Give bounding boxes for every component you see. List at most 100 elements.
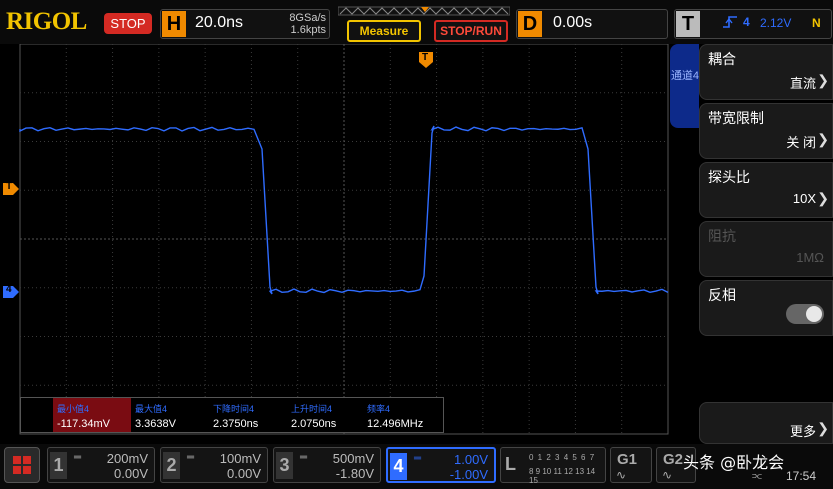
- chevron-right-icon: ❯: [817, 131, 829, 147]
- measurement-value: 2.3750ns: [213, 418, 259, 430]
- bandwidth-limit-value: 关 闭: [786, 135, 816, 150]
- measurement-frequency[interactable]: 频率4 12.496MHz: [363, 398, 443, 432]
- system-clock: 17:54: [786, 469, 817, 483]
- impedance-label: 阻抗: [708, 228, 736, 244]
- channel4-number: 4: [390, 453, 407, 480]
- logic-analyzer-label: L: [505, 454, 516, 474]
- measurement-name: 下降时间4: [213, 404, 255, 414]
- menu-invert[interactable]: 反相: [699, 280, 833, 336]
- invert-toggle[interactable]: [786, 304, 824, 324]
- trigger-mode: N: [812, 16, 821, 30]
- trigger-position-marker-label: T: [422, 52, 429, 63]
- channel4-offset-marker-label: 4: [6, 284, 12, 295]
- trigger-level-marker-label: T: [6, 181, 13, 192]
- coupling-value: 直流: [789, 76, 816, 91]
- dc-coupling-icon: ═: [74, 452, 82, 463]
- trigger-label: T: [676, 11, 700, 37]
- measurement-fall-time[interactable]: 下降时间4 2.3750ns: [209, 398, 287, 432]
- graticule: [19, 44, 669, 435]
- impedance-value: 1MΩ: [796, 250, 824, 265]
- watermark-text: 头条 @卧龙会: [683, 453, 785, 472]
- measurement-name: 上升时间4: [291, 404, 333, 414]
- waveform-display[interactable]: [0, 44, 700, 444]
- memory-depth: 1.6kpts: [290, 24, 326, 36]
- logic-analyzer-button[interactable]: L 0 1 2 3 4 5 6 7 8 9 10 11 12 13 14 15: [500, 447, 606, 485]
- measurement-value: 12.496MHz: [367, 418, 424, 430]
- measure-button[interactable]: Measure: [347, 20, 421, 42]
- measurement-rise-time[interactable]: 上升时间4 2.0750ns: [287, 398, 363, 432]
- channel1-button[interactable]: 1 ═ 200mV 0.00V: [47, 447, 155, 483]
- logic-channels-low: 0 1 2 3 4 5 6 7: [529, 453, 596, 462]
- probe-ratio-label: 探头比: [708, 169, 750, 185]
- bandwidth-limit-label: 带宽限制: [708, 110, 764, 126]
- generator1-label: G1: [617, 451, 638, 468]
- measurement-name: 最小值4: [57, 404, 90, 414]
- measurement-max[interactable]: 最大值4 3.3638V: [131, 398, 209, 432]
- dc-coupling-icon: ═: [414, 453, 422, 464]
- top-status-bar: RIGOL STOP H 20.0ns 8GSa/s 1.6kpts Measu…: [0, 0, 833, 44]
- toggle-knob: [806, 306, 822, 322]
- menu-impedance: 阻抗 1MΩ: [699, 221, 833, 277]
- rigol-logo: RIGOL: [6, 8, 87, 35]
- trigger-position-marker[interactable]: T: [419, 52, 433, 68]
- channel3-number: 3: [276, 452, 293, 479]
- trigger-level: 2.12V: [760, 16, 792, 30]
- trigger-source: 4: [743, 15, 750, 29]
- sample-rate: 8GSa/s: [289, 12, 326, 24]
- chevron-right-icon: ❯: [817, 72, 829, 88]
- measurement-value: 3.3638V: [135, 418, 176, 430]
- menu-bandwidth-limit[interactable]: 带宽限制 关 闭 ❯: [699, 103, 833, 159]
- rising-edge-icon: [722, 15, 738, 32]
- measurement-value: 2.0750ns: [291, 418, 337, 430]
- network-icon: ⫗: [752, 470, 762, 482]
- measurement-min[interactable]: 最小值4 -117.34mV: [53, 398, 131, 432]
- channel1-number: 1: [50, 452, 67, 479]
- channel4-scale: 1.00V: [454, 452, 488, 467]
- channel3-button[interactable]: 3 ═ 500mV -1.80V: [273, 447, 381, 483]
- channel4-offset-marker[interactable]: 4: [3, 284, 19, 298]
- menu-more[interactable]: 更多 ❯: [699, 402, 833, 444]
- coupling-label: 耦合: [708, 51, 736, 67]
- channel2-number: 2: [163, 452, 180, 479]
- channel2-scale: 100mV: [219, 451, 261, 466]
- menu-probe-ratio[interactable]: 探头比 10X ❯: [699, 162, 833, 218]
- channel4-menu-tab[interactable]: 通道4: [670, 44, 700, 128]
- probe-ratio-value: 10X: [792, 191, 816, 206]
- channel3-offset: -1.80V: [335, 466, 374, 481]
- stop-run-button[interactable]: STOP/RUN: [434, 20, 508, 42]
- measurement-value: -117.34mV: [57, 418, 110, 430]
- home-menu-button[interactable]: [4, 447, 40, 483]
- sine-wave-icon: ∿: [662, 468, 673, 482]
- channel2-button[interactable]: 2 ═ 100mV 0.00V: [160, 447, 268, 483]
- dc-coupling-icon: ═: [300, 452, 308, 463]
- channel4-button[interactable]: 4 ═ 1.00V -1.00V: [386, 447, 496, 483]
- run-state-badge: STOP: [104, 13, 152, 34]
- generator2-label: G2: [663, 451, 684, 468]
- logic-channels-high: 8 9 10 11 12 13 14 15: [529, 467, 596, 485]
- dc-coupling-icon: ═: [187, 452, 195, 463]
- more-label: 更多: [789, 424, 816, 439]
- delay-value: 0.00s: [553, 14, 593, 31]
- chevron-right-icon: ❯: [817, 190, 829, 206]
- horizontal-label: H: [162, 11, 186, 37]
- trigger-level-marker[interactable]: T: [3, 181, 19, 195]
- measurement-results[interactable]: 最小值4 -117.34mV 最大值4 3.3638V 下降时间4 2.3750…: [20, 397, 444, 433]
- menu-coupling[interactable]: 耦合 直流 ❯: [699, 44, 833, 100]
- acquisition-info: 8GSa/s 1.6kpts: [272, 12, 326, 36]
- channel1-offset: 0.00V: [114, 466, 148, 481]
- generator1-button[interactable]: G1 ∿: [610, 447, 652, 483]
- invert-label: 反相: [708, 287, 736, 303]
- channel4-offset: -1.00V: [449, 467, 488, 482]
- channel2-offset: 0.00V: [227, 466, 261, 481]
- measurement-name: 频率4: [367, 404, 391, 414]
- measurement-name: 最大值4: [135, 404, 168, 414]
- delay-label: D: [518, 11, 542, 37]
- grid-menu-icon: [13, 456, 31, 474]
- channel3-scale: 500mV: [332, 451, 374, 466]
- chevron-right-icon: ❯: [817, 420, 829, 436]
- channel1-scale: 200mV: [106, 451, 148, 466]
- channel-menu: 耦合 直流 ❯ 带宽限制 关 闭 ❯ 探头比 10X ❯ 阻抗 1MΩ 反相 更…: [699, 44, 833, 444]
- sine-wave-icon: ∿: [616, 468, 627, 482]
- timebase-value: 20.0ns: [195, 14, 244, 31]
- memory-position-indicator: [338, 6, 510, 16]
